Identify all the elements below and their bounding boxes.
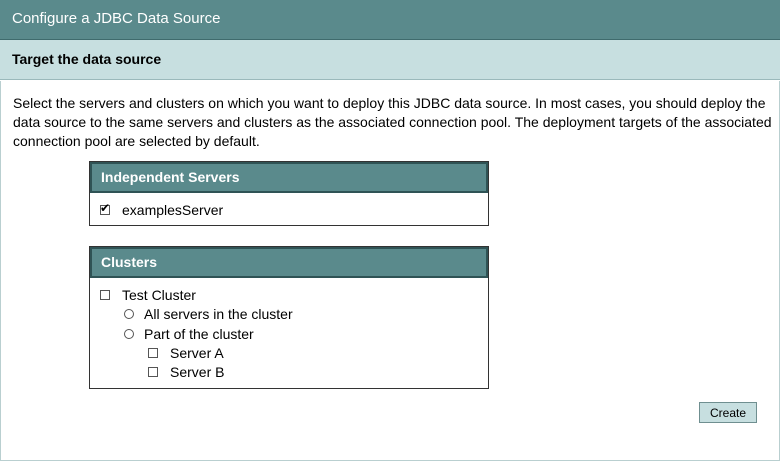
server-row-examplesserver[interactable]: examplesServer <box>100 201 224 218</box>
examplesserver-checkbox[interactable] <box>100 201 110 215</box>
page-subtitle: Target the data source <box>12 51 162 67</box>
independent-servers-header: Independent Servers <box>90 162 488 193</box>
test-cluster-checkbox[interactable] <box>100 290 110 300</box>
part-of-cluster-label: Part of the cluster <box>144 326 254 342</box>
clusters-header: Clusters <box>90 247 488 278</box>
all-servers-label: All servers in the cluster <box>144 306 293 322</box>
server-b-checkbox[interactable] <box>148 367 158 377</box>
page-title: Configure a JDBC Data Source <box>12 10 221 27</box>
clusters-panel: Clusters Test Cluster All servers in the… <box>89 246 489 389</box>
server-row-server-a[interactable]: Server A <box>148 345 224 361</box>
title-bar: Configure a JDBC Data Source <box>0 0 780 40</box>
create-button[interactable]: Create <box>699 402 757 423</box>
all-servers-radio[interactable] <box>124 309 134 319</box>
independent-servers-panel: Independent Servers examplesServer <box>89 161 489 226</box>
server-a-checkbox[interactable] <box>148 348 158 358</box>
content-area: Select the servers and clusters on which… <box>0 81 780 461</box>
option-all-servers[interactable]: All servers in the cluster <box>124 306 293 322</box>
cluster-row-test-cluster[interactable]: Test Cluster <box>100 287 196 303</box>
option-part-of-cluster[interactable]: Part of the cluster <box>124 326 254 342</box>
independent-servers-heading: Independent Servers <box>101 169 240 185</box>
server-row-server-b[interactable]: Server B <box>148 364 224 380</box>
examplesserver-label: examplesServer <box>122 202 224 218</box>
server-b-label: Server B <box>170 364 225 380</box>
subtitle-bar: Target the data source <box>0 40 780 80</box>
clusters-heading: Clusters <box>101 254 158 270</box>
intro-text: Select the servers and clusters on which… <box>13 95 772 149</box>
part-of-cluster-radio[interactable] <box>124 329 134 339</box>
server-a-label: Server A <box>170 345 224 361</box>
test-cluster-label: Test Cluster <box>122 287 196 303</box>
